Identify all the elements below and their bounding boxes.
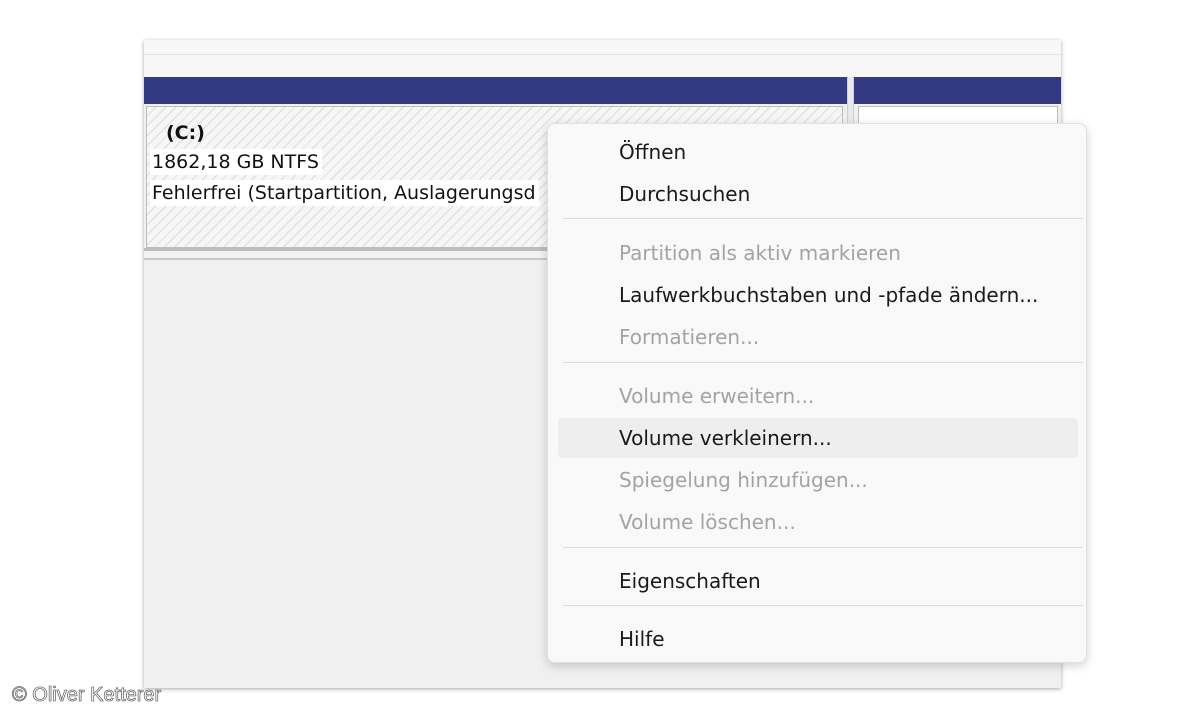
menu-item-mark-active[interactable]: Partition als aktiv markieren	[558, 233, 1078, 273]
menu-item-open[interactable]: Öffnen	[558, 132, 1078, 172]
partition-size: 1862,18 GB NTFS	[150, 149, 322, 175]
partition-header-band	[144, 77, 847, 104]
menu-separator	[563, 605, 1083, 606]
menu-item-explore[interactable]: Durchsuchen	[558, 174, 1078, 214]
menu-item-add-mirror[interactable]: Spiegelung hinzufügen...	[558, 460, 1078, 500]
partition-name: (C:)	[166, 122, 205, 144]
context-menu: Öffnen Durchsuchen Partition als aktiv m…	[547, 123, 1087, 663]
menu-separator	[563, 362, 1083, 363]
next-partition-header-band	[854, 77, 1061, 104]
menu-item-properties[interactable]: Eigenschaften	[558, 561, 1078, 601]
menu-item-help[interactable]: Hilfe	[558, 619, 1078, 659]
menu-item-shrink-volume[interactable]: Volume verkleinern...	[558, 418, 1078, 458]
copyright-watermark: © Oliver Ketterer	[12, 684, 162, 707]
top-toolbar-strip	[144, 40, 1061, 78]
menu-item-change-drive-letter[interactable]: Laufwerkbuchstaben und -pfade ändern...	[558, 275, 1078, 315]
menu-separator	[563, 547, 1083, 548]
screenshot-stage: (C:) 1862,18 GB NTFS Fehlerfrei (Startpa…	[0, 0, 1200, 720]
menu-item-delete-volume[interactable]: Volume löschen...	[558, 502, 1078, 542]
menu-item-extend-volume[interactable]: Volume erweitern...	[558, 376, 1078, 416]
menu-item-format[interactable]: Formatieren...	[558, 317, 1078, 357]
menu-separator	[563, 218, 1083, 219]
partition-status: Fehlerfrei (Startpartition, Auslagerungs…	[150, 180, 539, 206]
